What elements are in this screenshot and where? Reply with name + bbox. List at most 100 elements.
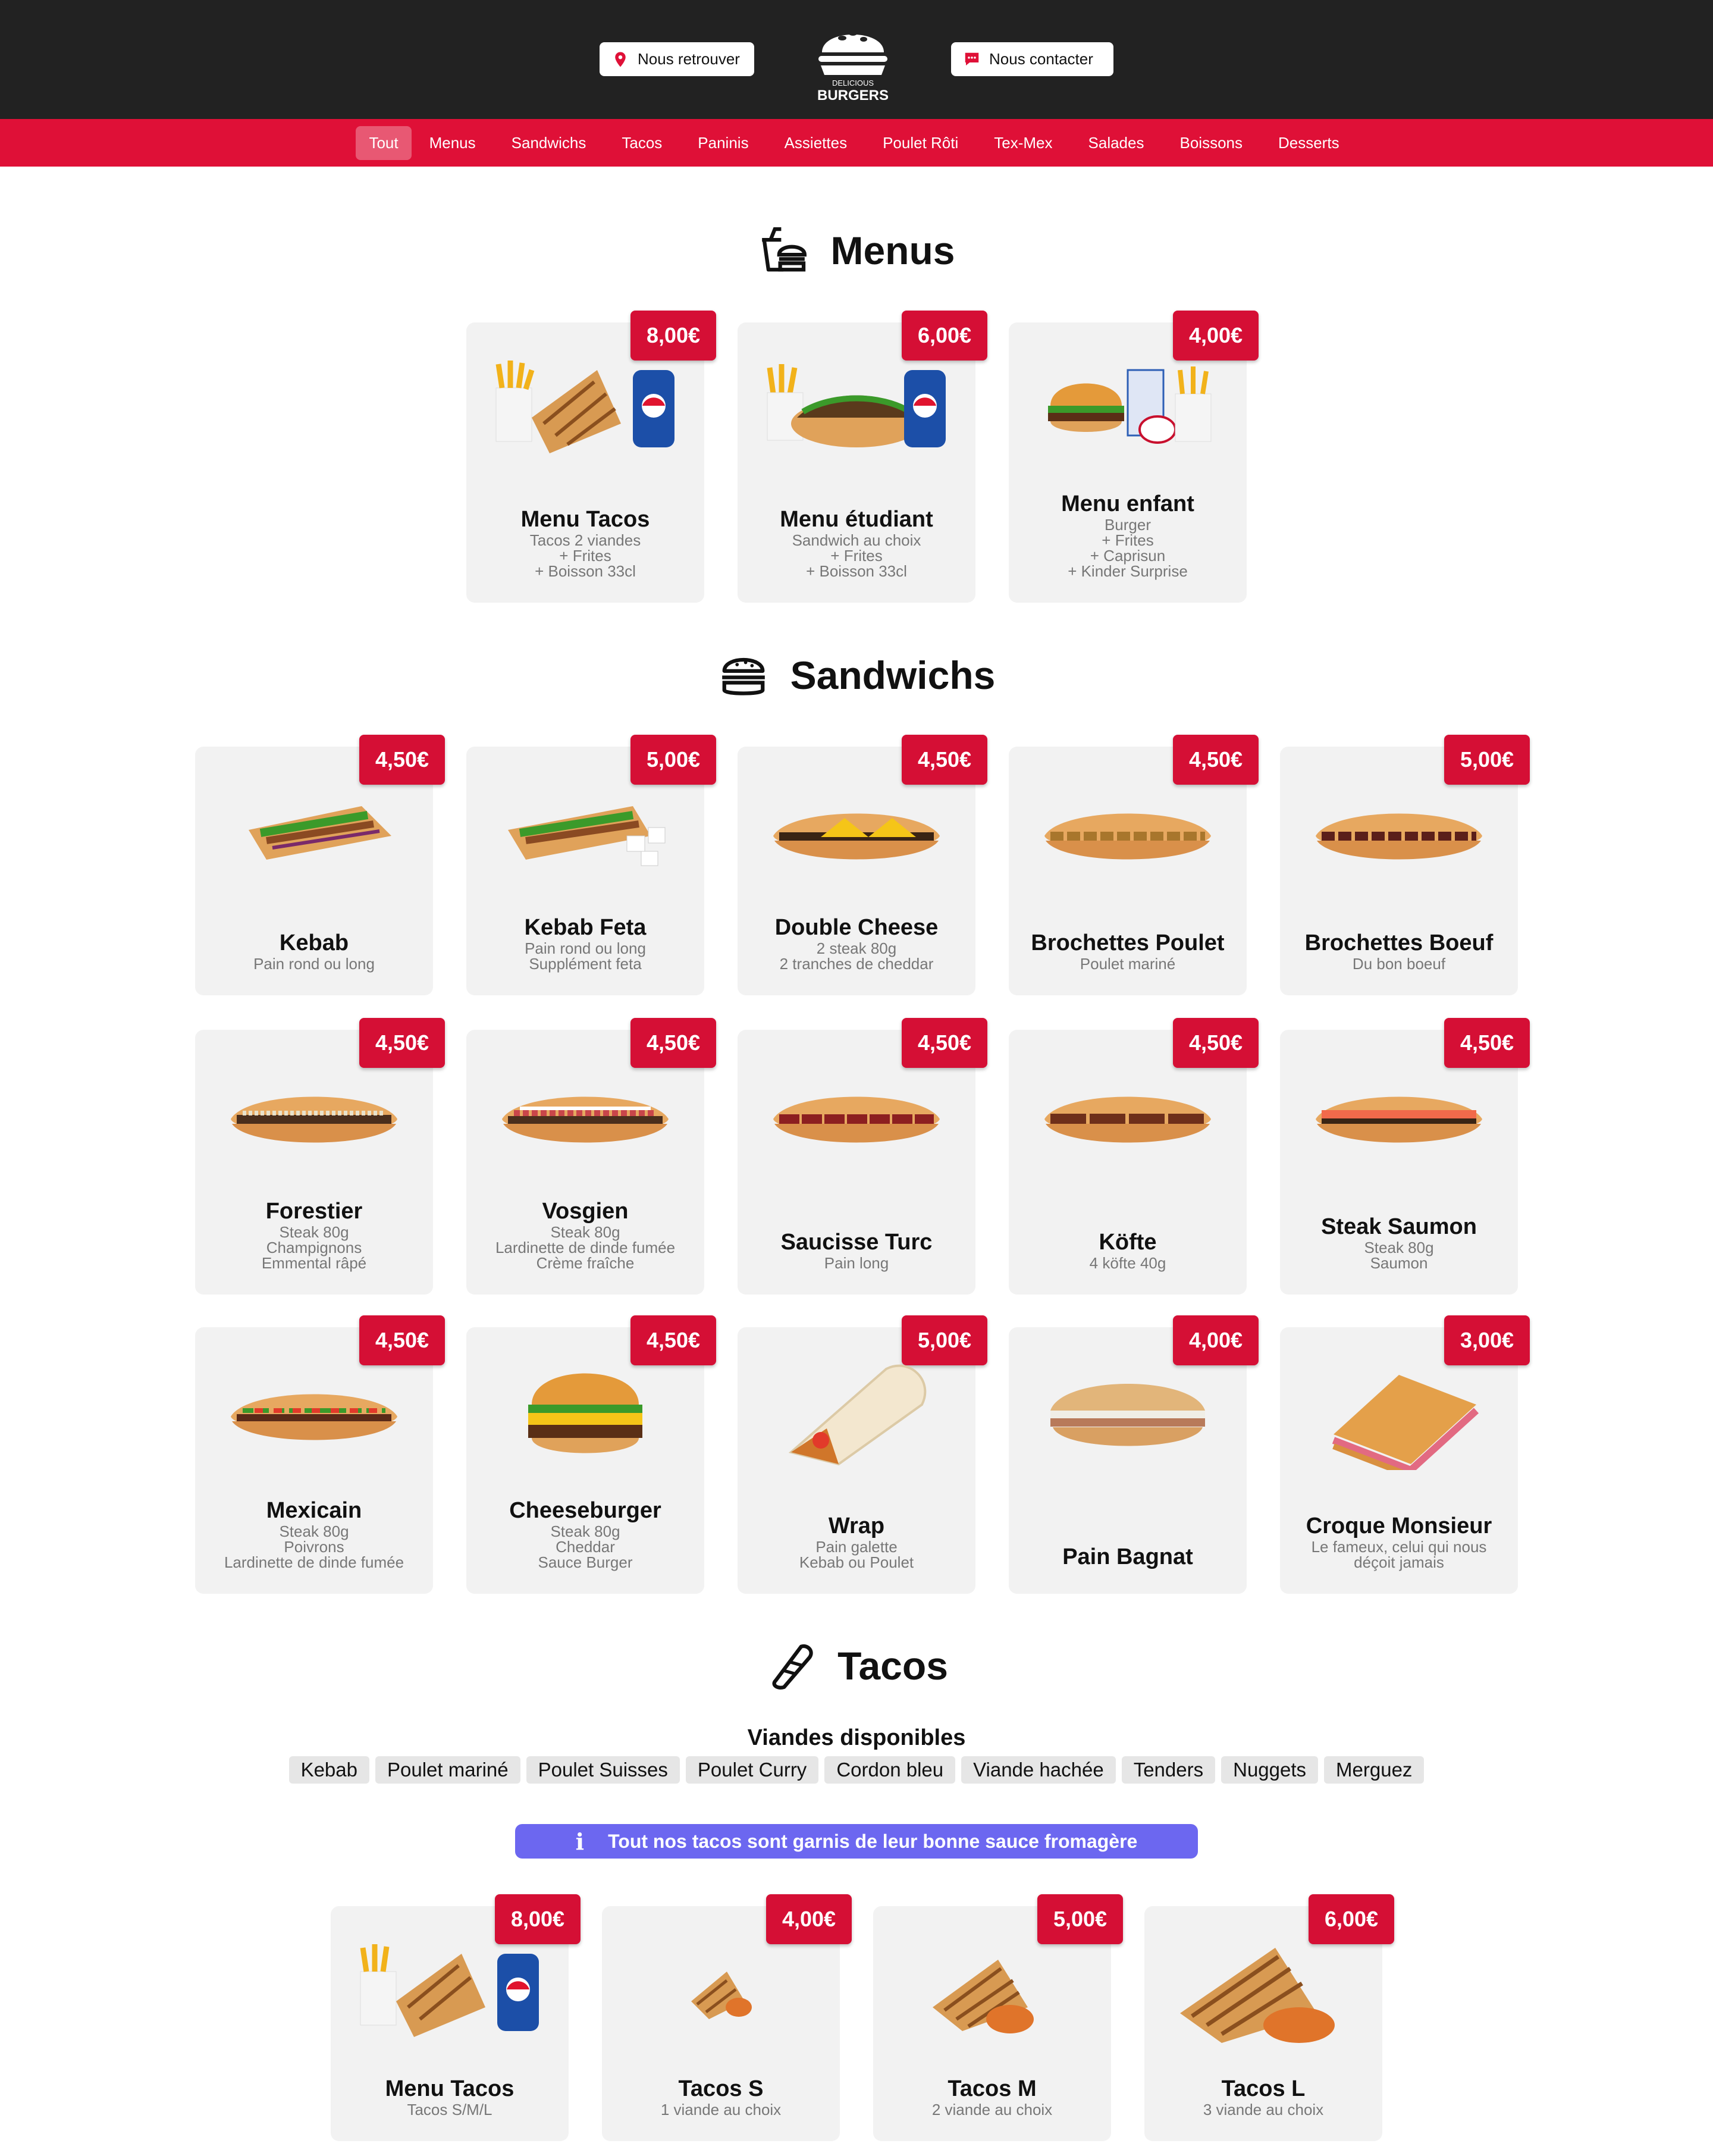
poulet-food-icon: [1027, 770, 1229, 889]
card-text: Brochettes Boeuf Du bon boeuf: [1280, 930, 1518, 972]
meal-menu-icon: [762, 227, 807, 272]
saucisse-food-icon: [755, 1054, 958, 1173]
card-text: Cheeseburger Steak 80g Cheddar Sauce Burg…: [466, 1497, 704, 1570]
card-name: Kebab Feta: [524, 915, 647, 940]
contact-button[interactable]: Nous contacter: [951, 42, 1113, 76]
card-description: Pain galette Kebab ou Poulet: [799, 1538, 914, 1571]
cat-boissons[interactable]: Boissons: [1162, 126, 1260, 160]
tacos-fries-drink-icon: [495, 361, 674, 453]
card-text: Tacos S1 viande au choix: [602, 2076, 840, 2117]
sandwich-card[interactable]: 5,00€ Brochettes Boeuf Du bon boeuf: [1280, 735, 1530, 995]
sandwich-card[interactable]: 4,50€ Saucisse Turc Pain long: [738, 1018, 987, 1295]
sandwich-card[interactable]: 4,50€ Brochettes Poulet Poulet mariné: [1009, 735, 1259, 995]
cat-tex-mex[interactable]: Tex-Mex: [976, 126, 1070, 160]
card-name: Menu Tacos: [385, 2076, 514, 2101]
section-tacos-label: Tacos: [837, 1644, 948, 1688]
sandwich-fries-drink-icon: [767, 364, 946, 447]
card-description: 2 steak 80g 2 tranches de cheddar: [779, 939, 934, 973]
card-name: Forestier: [265, 1199, 363, 1224]
card-text: Wrap Pain galette Kebab ou Poulet: [738, 1513, 975, 1570]
cat-tacos[interactable]: Tacos: [604, 126, 680, 160]
meat-chip: Viande hachée: [961, 1756, 1116, 1784]
tacos-card[interactable]: 4,00€ Tacos S1 viande au choix: [602, 1894, 852, 2141]
tacosmenu-food-icon: [349, 1930, 551, 2049]
logo-small-text: DELICIOUS: [832, 79, 874, 87]
feta-food-icon: [484, 770, 686, 889]
sandwich-card[interactable]: 4,50€ Cheeseburger Steak 80g Cheddar Sauce…: [466, 1315, 716, 1594]
sandwich-card[interactable]: 5,00€ Kebab Feta Pain rond ou long Supplém…: [466, 735, 716, 995]
sandwich-card[interactable]: 4,50€ Vosgien Steak 80g Lardinette de dind…: [466, 1018, 716, 1295]
contact-label: Nous contacter: [989, 50, 1093, 68]
burger-logo-icon: DELICIOUS BURGERS: [817, 31, 889, 104]
card-name: Tacos M: [948, 2076, 1037, 2101]
card-description: Pain rond ou long: [253, 955, 375, 973]
section-menus-title: Menus: [0, 225, 1713, 276]
card-name: Steak Saumon: [1321, 1214, 1477, 1239]
card-text: Menu Tacos Tacos S/M/L: [331, 2076, 569, 2117]
menu-card[interactable]: 8,00€ Menu Tacos Tacos 2 viandes + Frite…: [466, 311, 716, 603]
meat-chip: Kebab: [288, 1756, 369, 1784]
delicious-burgers-logo[interactable]: DELICIOUS BURGERS: [805, 15, 901, 105]
category-nav: Tout Menus Sandwichs Tacos Paninis Assie…: [0, 119, 1713, 167]
meats-list: Kebab Poulet mariné Poulet Suisses Poule…: [0, 1756, 1713, 1784]
cat-paninis[interactable]: Paninis: [680, 126, 766, 160]
logo-big-text: BURGERS: [817, 87, 889, 104]
meat-chip: Poulet mariné: [375, 1756, 520, 1784]
card-name: Wrap: [828, 1513, 885, 1538]
sandwich-card[interactable]: 4,50€ Köfte 4 köfte 40g: [1009, 1018, 1259, 1295]
vosgien-food-icon: [484, 1054, 686, 1173]
cat-desserts[interactable]: Desserts: [1260, 126, 1357, 160]
tacos-card[interactable]: 6,00€ Tacos L3 viande au choix: [1144, 1894, 1394, 2141]
saumon-food-icon: [1298, 1054, 1500, 1173]
menu-enfant-image: [1027, 346, 1229, 465]
meat-chip: Cordon bleu: [824, 1756, 956, 1784]
tacos-card[interactable]: 5,00€ Tacos M2 viande au choix: [873, 1894, 1123, 2141]
taco-wrap-icon: [772, 1644, 813, 1690]
card-name: Mexicain: [266, 1498, 362, 1523]
menu-card[interactable]: 4,00€ Menu enfant Burger + Frites + Capr…: [1009, 311, 1259, 603]
cat-salades[interactable]: Salades: [1071, 126, 1162, 160]
card-name: Brochettes Poulet: [1031, 930, 1225, 955]
meat-chip: Nuggets: [1221, 1756, 1319, 1784]
sandwich-card[interactable]: 4,50€ Forestier Steak 80g Champignons Emme…: [195, 1018, 445, 1295]
card-text: Kebab Pain rond ou long: [195, 930, 433, 972]
sandwich-card[interactable]: 4,50€ Kebab Pain rond ou long: [195, 735, 445, 995]
sandwich-card[interactable]: 5,00€ Wrap Pain galette Kebab ou Poulet: [738, 1315, 987, 1594]
card-description: Steak 80g Saumon: [1364, 1239, 1434, 1272]
sandwich-card[interactable]: 4,50€ Mexicain Steak 80g Poivrons Lardinet…: [195, 1315, 445, 1594]
cat-tout[interactable]: Tout: [356, 126, 412, 160]
sandwich-card[interactable]: 4,50€ Double Cheese 2 steak 80g 2 tranches…: [738, 735, 987, 995]
meat-chip: Merguez: [1324, 1756, 1425, 1784]
card-description: Du bon boeuf: [1352, 955, 1446, 973]
cat-assiettes[interactable]: Assiettes: [767, 126, 865, 160]
cat-poulet-roti[interactable]: Poulet Rôti: [865, 126, 976, 160]
sandwich-card[interactable]: 4,50€ Steak Saumon Steak 80g Saumon: [1280, 1018, 1530, 1295]
card-text: Tacos M2 viande au choix: [873, 2076, 1111, 2117]
card-description: Burger + Frites + Caprisun + Kinder Surp…: [1068, 516, 1188, 580]
card-text: Köfte 4 köfte 40g: [1009, 1229, 1247, 1271]
burger-food-icon: [484, 1351, 686, 1470]
find-us-button[interactable]: Nous retrouver: [600, 42, 754, 76]
card-description: Steak 80g Lardinette de dinde fumée Crèm…: [495, 1223, 676, 1272]
card-name: Vosgien: [542, 1199, 629, 1224]
card-text: Vosgien Steak 80g Lardinette de dinde fum…: [466, 1198, 704, 1271]
card-name: Double Cheese: [774, 915, 939, 940]
card-name: Menu Tacos: [520, 507, 650, 532]
card-description: Poulet mariné: [1080, 955, 1176, 973]
cat-sandwichs[interactable]: Sandwichs: [494, 126, 604, 160]
croque-food-icon: [1298, 1351, 1500, 1479]
card-description: Pain long: [824, 1254, 889, 1272]
sandwich-card[interactable]: 4,00€ Pain Bagnat: [1009, 1315, 1259, 1594]
cat-menus[interactable]: Menus: [412, 126, 494, 160]
tacos-card[interactable]: 8,00€ Menu Tacos Tacos S/M/L: [331, 1894, 581, 2141]
meats-title: Viandes disponibles: [747, 1725, 966, 1750]
kofte-food-icon: [1027, 1054, 1229, 1173]
find-us-label: Nous retrouver: [638, 50, 740, 68]
card-name: Menu enfant: [1061, 491, 1194, 516]
tacoss-food-icon: [620, 1930, 822, 2049]
menu-card[interactable]: 6,00€ Menu étudiant Sandwich au choix + …: [738, 311, 987, 603]
sandwich-card[interactable]: 3,00€ Croque Monsieur Le fameux, celui qui…: [1280, 1315, 1530, 1594]
menu-etudiant-image: [755, 346, 958, 465]
cheese-food-icon: [755, 770, 958, 889]
section-sandwichs-label: Sandwichs: [790, 653, 996, 697]
